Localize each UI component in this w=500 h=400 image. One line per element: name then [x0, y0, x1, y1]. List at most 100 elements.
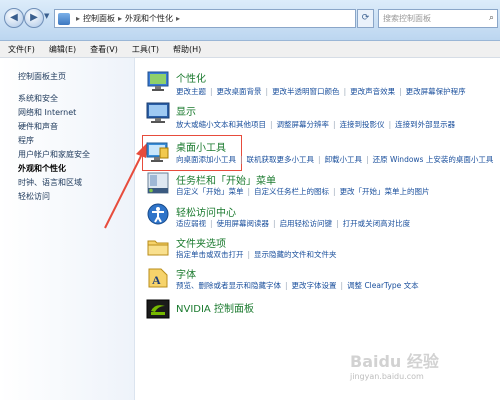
link-divider: |: [333, 120, 336, 129]
recent-pages-icon[interactable]: ▼: [44, 12, 49, 20]
fonts-icon[interactable]: A: [146, 265, 170, 289]
link-divider: |: [333, 187, 336, 196]
link-divider: |: [343, 87, 347, 96]
menu-tools[interactable]: 工具(T): [132, 44, 159, 55]
watermark-url: jingyan.baidu.com: [350, 372, 424, 381]
back-icon[interactable]: ◀: [4, 8, 24, 28]
title-bar: ◀ ▶ ▼ ▸ 控制面板 ▸ 外观和个性化 ▸ ⟳ 搜索控制面板 ⌕: [0, 0, 500, 41]
link-divider: |: [210, 87, 213, 96]
link-divider: |: [366, 155, 369, 164]
link-high-contrast[interactable]: 打开或关闭高对比度: [343, 219, 411, 228]
link-accessibility-keys[interactable]: 启用轻松访问键: [280, 219, 333, 228]
breadcrumb-separator-icon: ▸: [176, 14, 181, 23]
link-change-background[interactable]: 更改桌面背景: [217, 87, 262, 96]
category-title-nvidia[interactable]: NVIDIA 控制面板: [176, 300, 254, 315]
search-icon[interactable]: ⌕: [485, 10, 494, 27]
link-restore-gadgets[interactable]: 还原 Windows 上安装的桌面小工具: [373, 155, 494, 164]
breadcrumb-control-panel[interactable]: 控制面板: [83, 13, 115, 24]
link-text-size[interactable]: 放大或缩小文本和其他项目: [176, 120, 266, 129]
watermark: Baidu 经验 jingyan.baidu.com: [350, 348, 490, 388]
link-screen-resolution[interactable]: 调整屏幕分辨率: [277, 120, 330, 129]
sidebar-item-hardware-sound[interactable]: 硬件和声音: [18, 121, 58, 132]
link-divider: |: [336, 219, 339, 228]
control-panel-icon: [58, 12, 70, 25]
breadcrumb-separator-icon: ▸: [76, 14, 81, 23]
menu-view[interactable]: 查看(V): [90, 44, 118, 55]
link-preview-fonts[interactable]: 预览、删除或者显示和隐藏字体: [176, 281, 281, 290]
link-uninstall-gadget[interactable]: 卸载小工具: [325, 155, 363, 164]
folder-options-icon[interactable]: [146, 234, 170, 258]
sidebar-item-programs[interactable]: 程序: [18, 135, 34, 146]
category-links-folder-options: 指定单击或双击打开 | 显示隐藏的文件和文件夹: [176, 249, 337, 260]
link-divider: |: [240, 155, 243, 164]
category-links-taskbar: 自定义「开始」菜单 | 自定义任务栏上的图标 | 更改「开始」菜单上的图片: [176, 186, 430, 197]
category-title-taskbar[interactable]: 任务栏和「开始」菜单: [176, 172, 276, 187]
link-customize-taskbar-icons[interactable]: 自定义任务栏上的图标: [254, 187, 329, 196]
link-add-gadgets[interactable]: 向桌面添加小工具: [176, 155, 236, 164]
sidebar-item-appearance[interactable]: 外观和个性化: [18, 163, 66, 174]
gadgets-icon[interactable]: [146, 139, 170, 163]
search-input[interactable]: 搜索控制面板 ⌕: [378, 9, 498, 28]
link-divider: |: [399, 87, 402, 96]
link-divider: |: [247, 187, 251, 196]
link-font-settings[interactable]: 更改字体设置: [292, 281, 337, 290]
link-cleartype[interactable]: 调整 ClearType 文本: [347, 281, 419, 290]
menu-edit[interactable]: 编辑(E): [49, 44, 76, 55]
link-show-hidden-files[interactable]: 显示隐藏的文件和文件夹: [254, 250, 337, 259]
link-customize-start[interactable]: 自定义「开始」菜单: [176, 187, 244, 196]
watermark-logo: Baidu 经验: [350, 352, 439, 371]
link-low-vision[interactable]: 适应弱视: [176, 219, 206, 228]
link-divider: |: [210, 219, 213, 228]
breadcrumb-appearance[interactable]: 外观和个性化: [125, 13, 173, 24]
link-external-display[interactable]: 连接到外部显示器: [395, 120, 455, 129]
category-links-ease-of-access: 适应弱视 | 使用屏幕阅读器 | 启用轻松访问键 | 打开或关闭高对比度: [176, 218, 410, 229]
refresh-icon[interactable]: ⟳: [357, 9, 374, 28]
address-bar[interactable]: ▸ 控制面板 ▸ 外观和个性化 ▸: [54, 9, 356, 28]
link-screen-reader[interactable]: 使用屏幕阅读器: [217, 219, 270, 228]
category-title-folder-options[interactable]: 文件夹选项: [176, 235, 226, 250]
category-links-display: 放大或缩小文本和其他项目 | 调整屏幕分辨率 | 连接到投影仪 | 连接到外部显示器: [176, 119, 455, 130]
link-change-start-picture[interactable]: 更改「开始」菜单上的图片: [340, 187, 430, 196]
link-connect-projector[interactable]: 连接到投影仪: [340, 120, 385, 129]
menu-file[interactable]: 文件(F): [8, 44, 35, 55]
category-title-display[interactable]: 显示: [176, 103, 196, 118]
link-change-theme[interactable]: 更改主题: [176, 87, 206, 96]
link-divider: |: [273, 219, 276, 228]
category-title-personalization[interactable]: 个性化: [176, 70, 206, 85]
link-get-more-gadgets[interactable]: 联机获取更多小工具: [247, 155, 315, 164]
taskbar-icon[interactable]: [146, 171, 170, 195]
sidebar-item-home[interactable]: 控制面板主页: [18, 71, 66, 82]
forward-icon[interactable]: ▶: [24, 8, 44, 28]
category-title-gadgets[interactable]: 桌面小工具: [176, 139, 226, 154]
link-divider: |: [247, 250, 251, 259]
search-placeholder: 搜索控制面板: [383, 14, 431, 23]
nvidia-icon[interactable]: [146, 297, 170, 321]
sidebar-item-ease-of-access[interactable]: 轻松访问: [18, 191, 50, 202]
link-divider: |: [388, 120, 392, 129]
link-divider: |: [318, 155, 321, 164]
svg-text:A: A: [152, 273, 161, 287]
sidebar-item-user-accounts[interactable]: 用户帐户和家庭安全: [18, 149, 90, 160]
ease-of-access-icon[interactable]: [146, 202, 170, 226]
link-change-sounds[interactable]: 更改声音效果: [350, 87, 395, 96]
category-links-gadgets: 向桌面添加小工具 | 联机获取更多小工具 | 卸载小工具 | 还原 Windows 上安装的…: [176, 154, 493, 165]
category-title-ease-of-access[interactable]: 轻松访问中心: [176, 204, 236, 219]
link-single-double-click[interactable]: 指定单击或双击打开: [176, 250, 244, 259]
link-change-window-color[interactable]: 更改半透明窗口颜色: [272, 87, 340, 96]
breadcrumb-separator-icon: ▸: [118, 14, 123, 23]
link-divider: |: [285, 281, 288, 290]
link-divider: |: [340, 281, 344, 290]
link-divider: |: [270, 120, 273, 129]
category-title-fonts[interactable]: 字体: [176, 266, 196, 281]
category-links-fonts: 预览、删除或者显示和隐藏字体 | 更改字体设置 | 调整 ClearType 文本: [176, 280, 419, 291]
link-divider: |: [265, 87, 269, 96]
link-change-screensaver[interactable]: 更改屏幕保护程序: [406, 87, 466, 96]
display-icon[interactable]: [146, 100, 170, 124]
menu-bar: 文件(F) 编辑(E) 查看(V) 工具(T) 帮助(H): [0, 41, 500, 58]
sidebar-item-clock-language[interactable]: 时钟、语言和区域: [18, 177, 82, 188]
category-links-personalization: 更改主题 | 更改桌面背景 | 更改半透明窗口颜色 | 更改声音效果 | 更改屏幕保护程序: [176, 86, 466, 97]
sidebar-item-network[interactable]: 网络和 Internet: [18, 107, 76, 118]
sidebar-item-system-security[interactable]: 系统和安全: [18, 93, 58, 104]
menu-help[interactable]: 帮助(H): [173, 44, 201, 55]
personalization-icon[interactable]: [146, 68, 170, 92]
